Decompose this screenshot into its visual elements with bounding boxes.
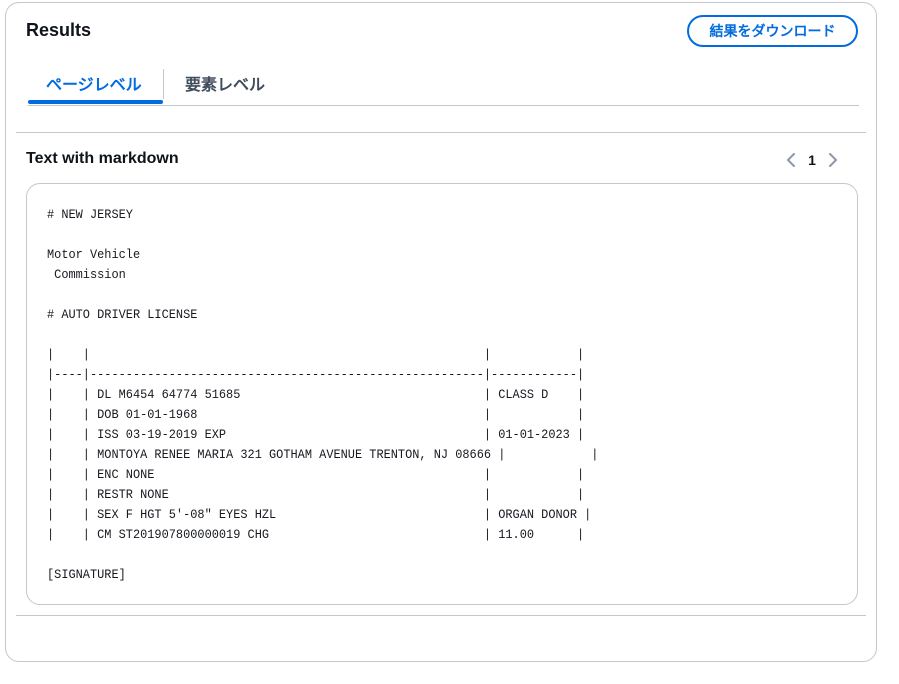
pagination: 1 [784,149,840,171]
download-results-button[interactable]: 結果をダウンロード [687,15,858,47]
markdown-text-box: # NEW JERSEY Motor Vehicle Commission # … [26,183,858,605]
results-title: Results [26,20,92,40]
results-tabs: ページレベル 要素レベル [28,63,859,106]
markdown-section-title: Text with markdown [26,150,179,167]
chevron-right-icon [829,153,837,167]
tab-page-level-indicator [28,100,163,104]
prev-page-button[interactable] [784,150,798,170]
current-page-number[interactable]: 1 [798,152,826,168]
results-panel: Results 結果をダウンロード ページレベル 要素レベル Text with… [5,2,877,662]
section-divider-bottom [16,615,866,616]
section-divider-top [16,132,866,133]
tab-element-level[interactable]: 要素レベル [185,71,265,95]
tab-divider [163,69,164,99]
chevron-left-icon [787,153,795,167]
markdown-text: # NEW JERSEY Motor Vehicle Commission # … [47,207,599,582]
tab-page-level[interactable]: ページレベル [46,71,142,95]
next-page-button[interactable] [826,150,840,170]
